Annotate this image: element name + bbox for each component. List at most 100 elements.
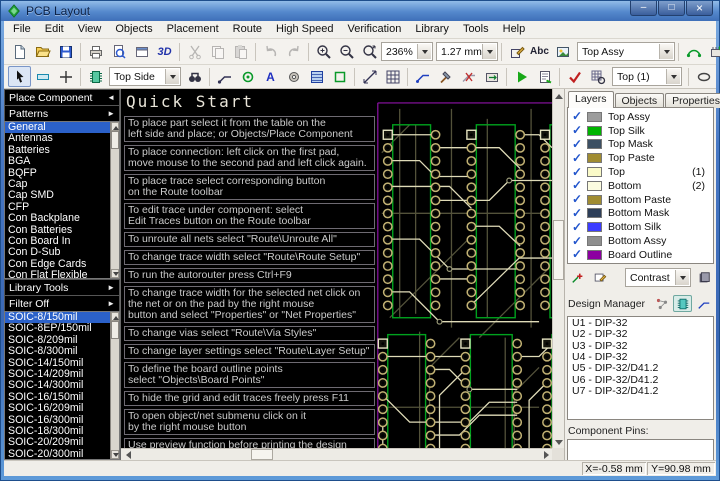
menu-item[interactable]: Objects (108, 21, 159, 38)
titles-setup-button[interactable] (130, 41, 153, 62)
route-trace-button[interactable] (411, 66, 434, 87)
pattern-group-item[interactable]: Con D-Sub (5, 247, 110, 258)
origin-tool-button[interactable] (54, 66, 77, 87)
pcb-canvas[interactable]: Quick Start To place part select it from… (121, 89, 552, 448)
layer-visible-check-icon[interactable]: ✓ (572, 138, 587, 151)
scroll-down-icon[interactable] (111, 269, 119, 278)
layer-color-swatch[interactable] (587, 181, 602, 191)
library-tools-header[interactable]: Library Tools ► (4, 279, 120, 295)
board-outline-button[interactable] (692, 66, 715, 87)
tab-objects[interactable]: Objects (615, 93, 665, 108)
layer-color-swatch[interactable] (587, 139, 602, 149)
pattern-item[interactable]: SOIC-8/209mil (5, 335, 110, 346)
pattern-group-item[interactable]: BGA (5, 156, 110, 167)
grid-size-combo[interactable]: 1.27 mm (436, 42, 498, 61)
layer-color-swatch[interactable] (587, 195, 602, 205)
filter-header[interactable]: Filter Off ► (4, 295, 120, 311)
pattern-group-item[interactable]: Cap SMD (5, 190, 110, 201)
component-item[interactable]: U7 - DIP-32/D41.2 (568, 386, 713, 397)
layer-visible-check-icon[interactable]: ✓ (572, 248, 587, 261)
layer-row[interactable]: ✓ Bottom Assy (568, 234, 713, 248)
run-autorouter-button[interactable] (510, 66, 533, 87)
tab-properties[interactable]: Properties (665, 93, 720, 108)
combo-arrow-icon[interactable] (666, 69, 680, 84)
component-list[interactable]: U1 - DIP-32U2 - DIP-32U3 - DIP-32U4 - DI… (567, 316, 714, 420)
menu-item[interactable]: Tools (456, 21, 496, 38)
find-component-button[interactable] (183, 66, 206, 87)
signal-layer-combo[interactable]: Top (1) (612, 67, 682, 86)
pattern-item[interactable]: SOIC-20/209mil (5, 437, 110, 448)
pattern-group-item[interactable]: Antennas (5, 133, 110, 144)
tab-layers[interactable]: Layers (568, 91, 614, 108)
grid-toggle-button[interactable] (381, 66, 404, 87)
component-item[interactable]: U2 - DIP-32 (568, 329, 713, 340)
scroll-thumb[interactable] (111, 321, 119, 339)
scroll-down-icon[interactable] (111, 450, 119, 459)
layer-color-swatch[interactable] (587, 236, 602, 246)
scroll-up-icon[interactable] (111, 122, 119, 131)
zoom-out-button[interactable] (335, 41, 358, 62)
pattern-item[interactable]: SOIC-8/300mil (5, 346, 110, 357)
combo-arrow-icon[interactable] (482, 44, 496, 59)
pattern-list-scrollbar[interactable] (110, 312, 119, 459)
route-setup-button[interactable] (480, 66, 503, 87)
pattern-group-item[interactable]: Con Backplane (5, 213, 110, 224)
pattern-item[interactable]: SOIC-16/209mil (5, 403, 110, 414)
layer-visible-check-icon[interactable]: ✓ (572, 124, 587, 137)
menu-item[interactable]: View (71, 21, 109, 38)
pattern-group-item[interactable]: Con Batteries (5, 225, 110, 236)
layer-row[interactable]: ✓ Top Silk (568, 124, 713, 138)
layer-row[interactable]: ✓ Bottom Paste (568, 193, 713, 207)
place-copper-pour-button[interactable] (305, 66, 328, 87)
layer-color-swatch[interactable] (587, 153, 602, 163)
layer-row[interactable]: ✓ Board Outline (568, 248, 713, 262)
expand-menu-icon[interactable]: ► (107, 283, 115, 292)
zoom-in-button[interactable] (312, 41, 335, 62)
unroute-net-button[interactable] (457, 66, 480, 87)
verification-button[interactable] (563, 66, 586, 87)
expand-menu-icon[interactable]: ► (107, 299, 115, 308)
layer-visible-check-icon[interactable]: ✓ (572, 110, 587, 123)
save-button[interactable] (54, 41, 77, 62)
compare-netlist-button[interactable] (586, 66, 609, 87)
pattern-group-item[interactable]: Con Flat Flexible (5, 270, 110, 279)
pattern-editor-button[interactable] (505, 41, 528, 62)
cut-button[interactable] (183, 41, 206, 62)
layer-row[interactable]: ✓ Bottom Mask (568, 207, 713, 221)
show-ratlines-button[interactable] (682, 41, 705, 62)
layer-visible-check-icon[interactable]: ✓ (572, 166, 587, 179)
place-component-header[interactable]: Place Component ◄ (4, 89, 120, 105)
pattern-group-item[interactable]: Cap (5, 179, 110, 190)
view-3d-button[interactable]: 3D (153, 41, 176, 62)
board-side-combo[interactable]: Top Side (109, 67, 181, 86)
contrast-combo[interactable]: Contrast (625, 268, 691, 287)
group-list-scrollbar[interactable] (110, 122, 119, 278)
new-button[interactable] (8, 41, 31, 62)
pattern-item[interactable]: SOIC-14/209mil (5, 369, 110, 380)
pattern-item[interactable]: SOIC-20/300mil (5, 449, 110, 460)
zoom-window-button[interactable] (358, 41, 381, 62)
place-via-button[interactable] (236, 66, 259, 87)
layer-color-swatch[interactable] (587, 208, 602, 218)
layer-color-swatch[interactable] (587, 126, 602, 136)
layer-row[interactable]: ✓ Top Paste (568, 151, 713, 165)
place-text-button[interactable] (259, 66, 282, 87)
menu-item[interactable]: File (6, 21, 38, 38)
picture-button[interactable] (551, 41, 574, 62)
pattern-item[interactable]: SOIC-8/150mil (5, 312, 110, 323)
combo-arrow-icon[interactable] (675, 270, 689, 285)
update-components-button[interactable] (705, 41, 720, 62)
pattern-item[interactable]: SOIC-16/150mil (5, 392, 110, 403)
layer-visible-check-icon[interactable]: ✓ (572, 235, 587, 248)
canvas-horizontal-scrollbar[interactable] (121, 448, 552, 460)
dm-traces-button[interactable] (694, 295, 713, 312)
menu-item[interactable]: Verification (341, 21, 409, 38)
layer-color-swatch[interactable] (587, 222, 602, 232)
scroll-up-icon[interactable] (553, 89, 564, 100)
pattern-group-item[interactable]: CFP (5, 202, 110, 213)
close-button[interactable] (686, 1, 713, 16)
minimize-button[interactable] (630, 1, 657, 16)
layer-setup-button[interactable] (590, 269, 609, 286)
pattern-group-item[interactable]: Con Board In (5, 236, 110, 247)
collapse-panel-icon[interactable]: ◄ (107, 93, 115, 102)
